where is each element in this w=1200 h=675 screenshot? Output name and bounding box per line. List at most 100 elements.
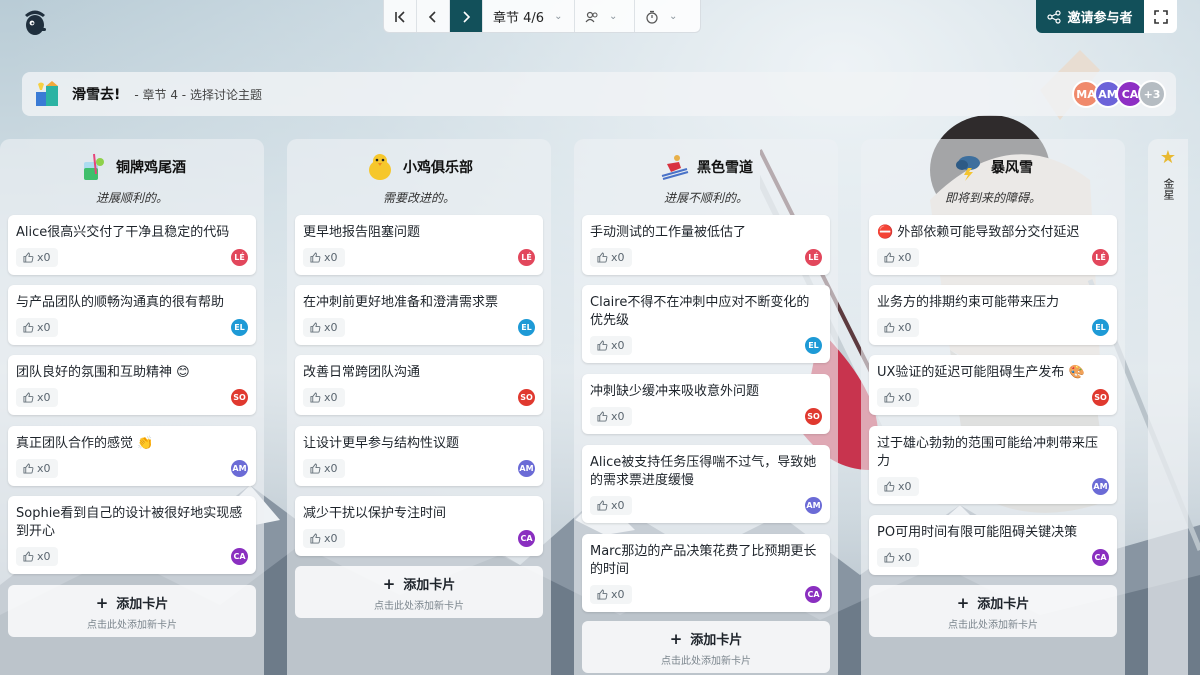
invite-participants-button[interactable]: 邀请参与者 (1036, 0, 1144, 33)
vote-button[interactable]: x0 (16, 459, 58, 478)
vote-button[interactable]: x0 (877, 318, 919, 337)
thumbs-up-icon (884, 552, 895, 563)
thumbs-up-icon (597, 589, 608, 600)
card-text: Claire不得不在冲刺中应对不断变化的优先级 (590, 295, 810, 328)
vote-button[interactable]: x0 (590, 496, 632, 515)
author-avatar: LÉ (805, 249, 822, 266)
author-avatar: EL (805, 337, 822, 354)
vote-button[interactable]: x0 (590, 585, 632, 604)
column-black-run: 黑色雪道 进展不顺利的。 手动测试的工作量被低估了 x0 LÉ Claire不得… (574, 139, 838, 675)
vote-button[interactable]: x0 (590, 336, 632, 355)
side-panel-gold[interactable]: ★ 金星 (1148, 139, 1188, 675)
card-text: 手动测试的工作量被低估了 (590, 225, 747, 240)
author-avatar: SO (518, 389, 535, 406)
app-logo-icon[interactable] (22, 6, 48, 36)
vote-button[interactable]: x0 (877, 548, 919, 567)
chapter-label: 章节 4/6 (493, 11, 545, 26)
retro-card[interactable]: 减少干扰以保护专注时间 x0 CA (295, 496, 543, 556)
retro-card[interactable]: Alice很高兴交付了干净且稳定的代码 x0 LÉ (8, 215, 256, 275)
skier-icon (661, 155, 689, 180)
author-avatar: CA (1092, 549, 1109, 566)
chapter-selector[interactable]: 章节 4/6 ⌄ (483, 0, 575, 32)
vote-count: x0 (37, 251, 51, 264)
vote-button[interactable]: x0 (877, 248, 919, 267)
vote-count: x0 (898, 480, 912, 493)
thumbs-up-icon (310, 322, 321, 333)
vote-button[interactable]: x0 (303, 388, 345, 407)
retro-card[interactable]: 业务方的排期约束可能带来压力 x0 EL (869, 285, 1117, 345)
participant-avatars[interactable]: MA AM CA +3 (1072, 80, 1166, 108)
cocktail-icon (84, 153, 104, 180)
vote-button[interactable]: x0 (303, 248, 345, 267)
vote-count: x0 (611, 251, 625, 264)
retro-card[interactable]: 让设计更早参与结构性议题 x0 AM (295, 426, 543, 486)
vote-button[interactable]: x0 (877, 477, 919, 496)
card-text: 过于雄心勃勃的范围可能给冲刺带来压力 (877, 436, 1099, 469)
card-text: UX验证的延迟可能阻碍生产发布 🎨 (877, 365, 1085, 380)
chevron-down-icon: ⌄ (554, 11, 563, 22)
vote-button[interactable]: x0 (16, 248, 58, 267)
retro-card[interactable]: 更早地报告阻塞问题 x0 LÉ (295, 215, 543, 275)
fullscreen-button[interactable] (1144, 0, 1177, 33)
card-text: Marc那边的产品决策花费了比预期更长的时间 (590, 544, 817, 577)
more-participants-badge[interactable]: +3 (1138, 80, 1166, 108)
retro-card[interactable]: 与产品团队的顺畅沟通真的很有帮助 x0 EL (8, 285, 256, 345)
session-subtitle: - 章节 4 - 选择讨论主题 (134, 87, 262, 102)
retro-card[interactable]: 冲刺缺少缓冲来吸收意外问题 x0 SO (582, 374, 830, 434)
retro-card[interactable]: Marc那边的产品决策花费了比预期更长的时间 x0 CA (582, 534, 830, 612)
add-card-button[interactable]: + 添加卡片 点击此处添加新卡片 (8, 585, 256, 637)
author-avatar: AM (1092, 478, 1109, 495)
vote-button[interactable]: x0 (590, 248, 632, 267)
column-title: 暴风雪 (991, 160, 1033, 176)
retro-card[interactable]: 真正团队合作的感觉 👏 x0 AM (8, 426, 256, 486)
chevron-right-icon (463, 10, 471, 23)
add-card-button[interactable]: + 添加卡片 点击此处添加新卡片 (295, 566, 543, 618)
vote-button[interactable]: x0 (590, 407, 632, 426)
retro-card[interactable]: 改善日常跨团队沟通 x0 SO (295, 355, 543, 415)
card-text: 真正团队合作的感觉 👏 (16, 436, 154, 451)
vote-button[interactable]: x0 (303, 459, 345, 478)
next-chapter-button[interactable] (450, 0, 483, 32)
retro-card[interactable]: Sophie看到自己的设计被很好地实现感到开心 x0 CA (8, 496, 256, 574)
retro-card[interactable]: 手动测试的工作量被低估了 x0 LÉ (582, 215, 830, 275)
add-card-button[interactable]: + 添加卡片 点击此处添加新卡片 (869, 585, 1117, 637)
vote-button[interactable]: x0 (16, 547, 58, 566)
add-card-hint: 点击此处添加新卡片 (661, 656, 751, 667)
side-panel-label: 金星 (1162, 178, 1175, 200)
vote-button[interactable]: x0 (16, 318, 58, 337)
add-card-button[interactable]: + 添加卡片 点击此处添加新卡片 (582, 621, 830, 673)
retro-card[interactable]: UX验证的延迟可能阻碍生产发布 🎨 x0 SO (869, 355, 1117, 415)
vote-button[interactable]: x0 (877, 388, 919, 407)
retro-card[interactable]: PO可用时间有限可能阻碍关键决策 x0 CA (869, 515, 1117, 575)
card-text: Sophie看到自己的设计被很好地实现感到开心 (16, 506, 243, 539)
retro-card[interactable]: Alice被支持任务压得喘不过气，导致她的需求票进度缓慢 x0 AM (582, 445, 830, 523)
author-avatar: LÉ (231, 249, 248, 266)
author-avatar: CA (805, 586, 822, 603)
timer-selector[interactable]: ⌄ (635, 0, 697, 32)
share-icon (1047, 9, 1062, 24)
retro-card[interactable]: 团队良好的氛围和互助精神 😊 x0 SO (8, 355, 256, 415)
column-title: 黑色雪道 (697, 160, 753, 176)
retro-card[interactable]: Claire不得不在冲刺中应对不断变化的优先级 x0 EL (582, 285, 830, 363)
thumbs-up-icon (310, 392, 321, 403)
first-chapter-button[interactable] (384, 0, 417, 32)
vote-count: x0 (611, 339, 625, 352)
column-subtitle: 进展不顺利的。 (663, 191, 748, 205)
author-avatar: SO (231, 389, 248, 406)
vote-button[interactable]: x0 (16, 388, 58, 407)
plus-icon: + (382, 575, 396, 593)
card-text: Alice很高兴交付了干净且稳定的代码 (16, 225, 230, 240)
retro-card[interactable]: 过于雄心勃勃的范围可能给冲刺带来压力 x0 AM (869, 426, 1117, 504)
skip-to-start-icon (395, 10, 405, 23)
participants-selector[interactable]: ⌄ (575, 0, 635, 32)
vote-count: x0 (898, 321, 912, 334)
vote-button[interactable]: x0 (303, 318, 345, 337)
card-text: 在冲刺前更好地准备和澄清需求票 (303, 295, 499, 310)
vote-count: x0 (324, 391, 338, 404)
previous-chapter-button[interactable] (417, 0, 450, 32)
vote-count: x0 (37, 550, 51, 563)
retro-card[interactable]: 在冲刺前更好地准备和澄清需求票 x0 EL (295, 285, 543, 345)
vote-button[interactable]: x0 (303, 529, 345, 548)
author-avatar: SO (1092, 389, 1109, 406)
retro-card[interactable]: ⛔ 外部依赖可能导致部分交付延迟 x0 LÉ (869, 215, 1117, 275)
